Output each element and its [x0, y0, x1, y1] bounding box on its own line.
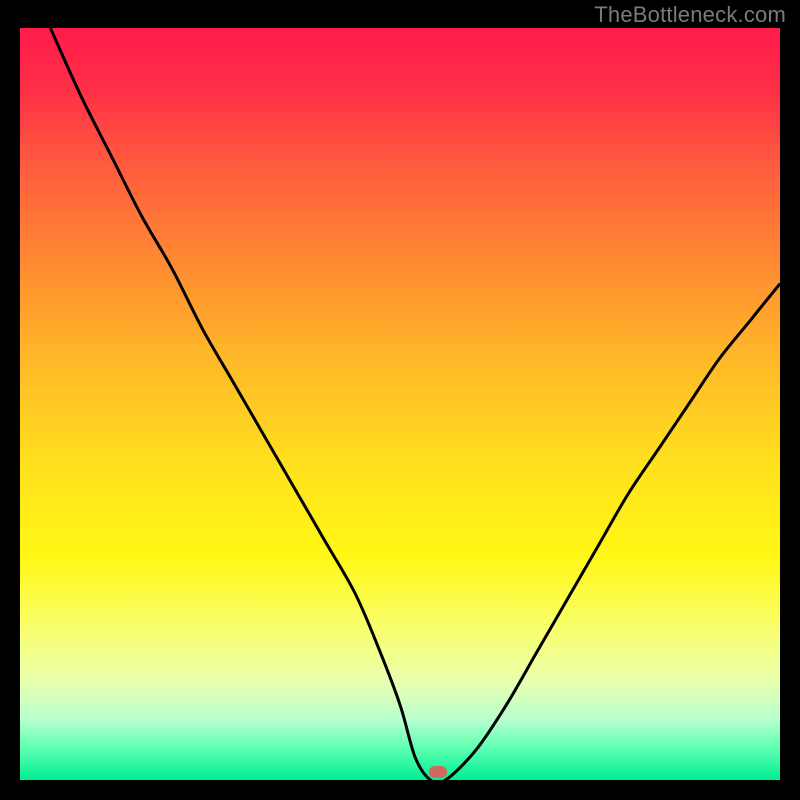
plot-frame [20, 28, 780, 780]
optimal-point-marker [429, 766, 447, 778]
plot-area [20, 28, 780, 780]
watermark-text: TheBottleneck.com [594, 2, 786, 28]
chart-container: TheBottleneck.com [0, 0, 800, 800]
bottleneck-curve [20, 28, 780, 780]
